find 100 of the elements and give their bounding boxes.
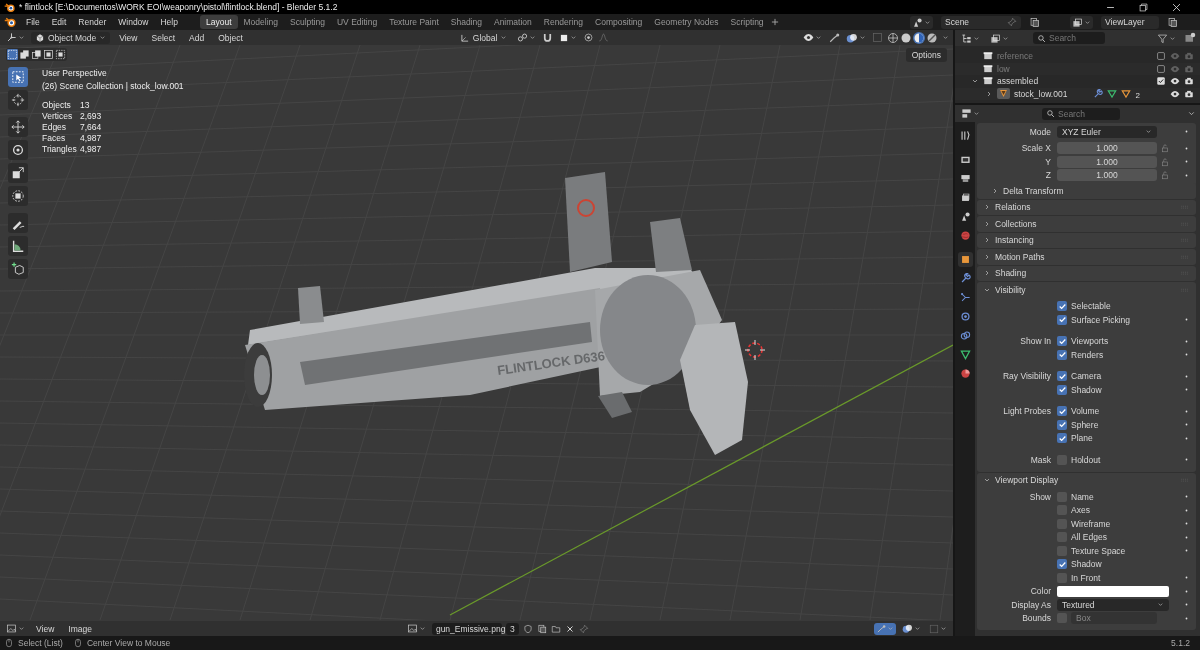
- workspace-tab[interactable]: Scripting: [724, 15, 770, 29]
- copy-icon[interactable]: [1167, 16, 1178, 28]
- add-icon[interactable]: [769, 17, 780, 27]
- select-mode-icon[interactable]: [43, 49, 54, 60]
- checkbox-label[interactable]: Camera: [1071, 371, 1102, 382]
- checkbox-icon[interactable]: [1156, 63, 1166, 74]
- orientation-dropdown[interactable]: Global: [455, 31, 512, 44]
- workspace-tab[interactable]: Modeling: [237, 15, 284, 29]
- workspace-tab[interactable]: Rendering: [537, 15, 589, 29]
- menu-item[interactable]: Edit: [45, 15, 73, 29]
- checkbox-label[interactable]: Axes: [1071, 505, 1090, 516]
- subpanel-header[interactable]: Delta Transform: [1003, 185, 1064, 196]
- checkbox[interactable]: [1057, 371, 1067, 382]
- material-icon[interactable]: [1121, 88, 1132, 99]
- user-count[interactable]: 3: [505, 622, 519, 635]
- disclosure-icon[interactable]: [983, 236, 991, 245]
- mode-dropdown[interactable]: Object Mode: [31, 31, 111, 44]
- workspace-tab[interactable]: Compositing: [589, 15, 649, 29]
- workspace-tab[interactable]: Texture Paint: [383, 15, 445, 29]
- workspace-tab[interactable]: Shading: [444, 15, 488, 29]
- close-icon[interactable]: [1171, 1, 1182, 13]
- disclosure-icon[interactable]: [991, 186, 999, 195]
- checkbox-label[interactable]: Selectable: [1071, 301, 1111, 312]
- menu-item[interactable]: View: [31, 622, 60, 635]
- checkbox[interactable]: [1057, 349, 1067, 360]
- disclosure-icon[interactable]: [983, 219, 991, 228]
- shading-mode-icon[interactable]: [913, 31, 925, 44]
- shading-mode-icon[interactable]: [887, 31, 899, 44]
- panel-header[interactable]: Collections: [995, 218, 1037, 229]
- gizmo-dropdown[interactable]: [874, 622, 896, 635]
- panel-header[interactable]: Motion Paths: [995, 251, 1045, 262]
- menu-item[interactable]: Help: [154, 15, 184, 29]
- checkbox-label[interactable]: Volume: [1071, 406, 1100, 417]
- new-collection-icon[interactable]: [1184, 32, 1196, 44]
- triangle-icon[interactable]: [1107, 88, 1118, 99]
- panel-header[interactable]: Relations: [995, 202, 1031, 213]
- menu-item[interactable]: Window: [112, 15, 155, 29]
- outliner-item[interactable]: reference: [997, 51, 1033, 62]
- camera-icon[interactable]: [1184, 88, 1194, 99]
- menu-item[interactable]: Add: [184, 31, 210, 44]
- checkbox-label[interactable]: Surface Picking: [1071, 314, 1131, 325]
- panel-header[interactable]: Visibility: [995, 284, 1026, 295]
- workspace-tab[interactable]: Sculpting: [284, 15, 331, 29]
- checkbox[interactable]: [1057, 406, 1067, 417]
- checkbox[interactable]: [1057, 419, 1067, 430]
- checkbox-icon[interactable]: [1156, 51, 1166, 62]
- number-field[interactable]: 1.000: [1057, 169, 1157, 182]
- shading-mode-icon[interactable]: [926, 31, 938, 44]
- checkbox[interactable]: [1057, 301, 1067, 312]
- select-mode-icon[interactable]: [31, 49, 42, 60]
- disclosure-icon[interactable]: [983, 269, 991, 278]
- search-field[interactable]: Search: [1042, 107, 1120, 120]
- disclosure-icon[interactable]: [983, 203, 991, 212]
- checkbox-label[interactable]: Name: [1071, 491, 1094, 502]
- app-logo-icon[interactable]: [4, 16, 16, 28]
- color-swatch[interactable]: [1057, 585, 1169, 597]
- menu-item[interactable]: File: [20, 15, 46, 29]
- menu-item[interactable]: Select: [146, 31, 181, 44]
- dropdown[interactable]: Box: [1071, 612, 1157, 625]
- options-button[interactable]: Options: [905, 48, 947, 62]
- shield-icon[interactable]: [522, 623, 533, 634]
- menu-item[interactable]: Object: [213, 31, 248, 44]
- eye-icon[interactable]: [1170, 88, 1180, 99]
- select-mode-icon[interactable]: [55, 49, 66, 60]
- checkbox-label[interactable]: Texture Space: [1071, 545, 1126, 556]
- checkbox-label[interactable]: All Edges: [1071, 532, 1107, 543]
- select-mode-icon[interactable]: [19, 49, 30, 60]
- checkbox-label[interactable]: Sphere: [1071, 419, 1099, 430]
- proportional-icon[interactable]: [583, 32, 595, 43]
- view-layer-selector[interactable]: [1070, 15, 1093, 29]
- eye-icon[interactable]: [1170, 76, 1180, 87]
- folder-icon[interactable]: [550, 623, 561, 634]
- outliner-item[interactable]: stock_low.001: [1014, 88, 1068, 99]
- checkbox-label[interactable]: Shadow: [1071, 384, 1102, 395]
- magnet-icon[interactable]: [542, 32, 554, 43]
- panel-header[interactable]: Viewport Display: [995, 475, 1059, 486]
- panel-header[interactable]: Shading: [995, 268, 1027, 279]
- caret-icon[interactable]: [1187, 109, 1196, 118]
- camera-icon[interactable]: [1184, 76, 1194, 87]
- caret-icon[interactable]: [942, 34, 949, 41]
- disclosure-icon[interactable]: [985, 89, 993, 98]
- checkbox-label[interactable]: In Front: [1071, 572, 1101, 583]
- wrench-icon[interactable]: [1093, 88, 1104, 99]
- scene-selector[interactable]: [910, 15, 933, 29]
- workspace-tab[interactable]: UV Editing: [330, 15, 384, 29]
- checkbox[interactable]: [1057, 336, 1067, 347]
- checkbox-label[interactable]: Viewports: [1071, 336, 1109, 347]
- copy-icon[interactable]: [1029, 16, 1040, 28]
- menu-item[interactable]: View: [114, 31, 143, 44]
- workspace-tab[interactable]: Geometry Nodes: [648, 15, 725, 29]
- checkbox-label[interactable]: Plane: [1071, 433, 1093, 444]
- shading-mode-icon[interactable]: [900, 31, 912, 44]
- number-field[interactable]: 1.000: [1057, 155, 1157, 168]
- checkbox-label[interactable]: Renders: [1071, 349, 1104, 360]
- checkbox[interactable]: [1057, 433, 1067, 444]
- menu-item[interactable]: Image: [63, 622, 97, 635]
- checkbox-label[interactable]: Wireframe: [1071, 518, 1111, 529]
- panel-header[interactable]: Instancing: [995, 235, 1034, 246]
- scene-field[interactable]: Scene: [941, 15, 1021, 29]
- dropdown[interactable]: Textured: [1057, 598, 1169, 611]
